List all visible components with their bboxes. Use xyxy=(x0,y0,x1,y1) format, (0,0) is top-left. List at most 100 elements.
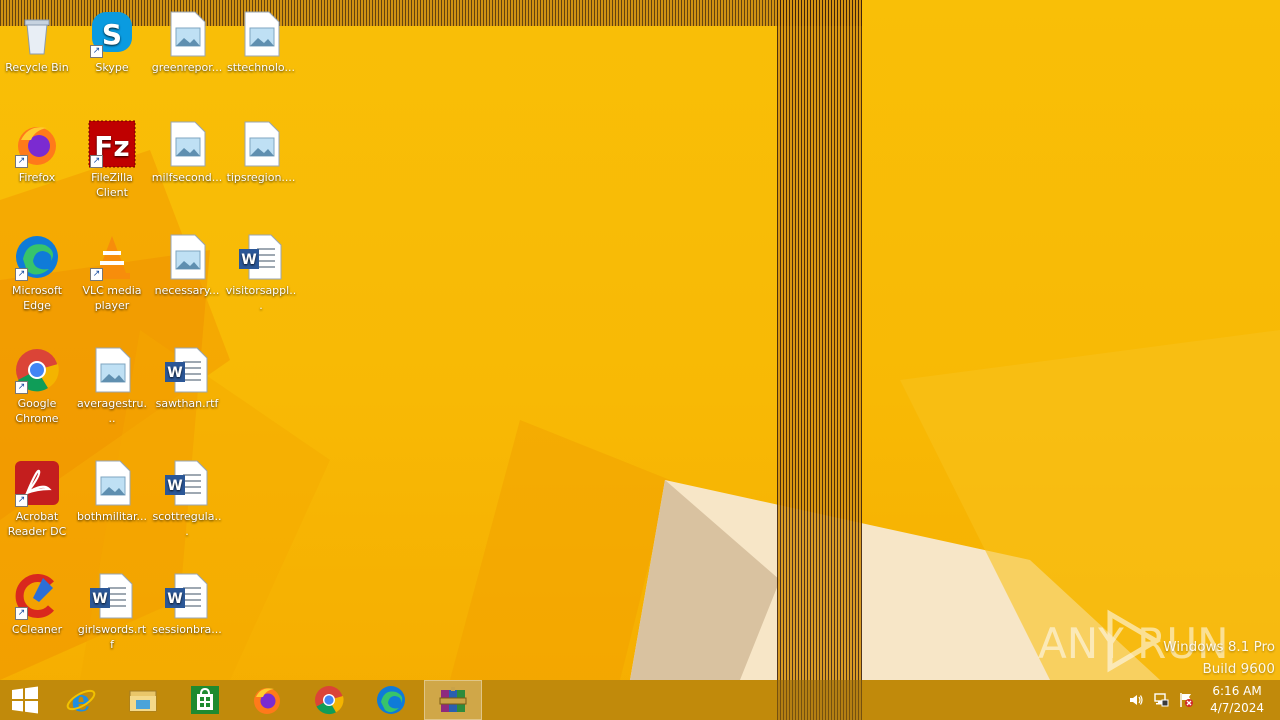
taskbar-file-explorer[interactable] xyxy=(113,680,173,720)
file-explorer-icon xyxy=(129,690,157,712)
desktop-icon-label: milfsecond... xyxy=(151,171,223,184)
desktop-icon-sessionbra[interactable]: W sessionbra... xyxy=(150,572,224,637)
desktop-icon-ccleaner[interactable]: ↗ CCleaner xyxy=(0,572,74,637)
desktop-icon-skype[interactable]: S ↗ Skype xyxy=(75,10,149,75)
desktop-icon-scottregula[interactable]: W scottregula... xyxy=(150,459,224,539)
internet-explorer-icon: e xyxy=(66,684,96,716)
desktop-icon-acrobat-reader[interactable]: ↗ Acrobat Reader DC xyxy=(0,459,74,539)
svg-text:e: e xyxy=(71,684,90,716)
image-file-icon xyxy=(237,120,285,168)
windows-build: Build 9600 xyxy=(1202,661,1275,677)
desktop-icon-label: scottregula... xyxy=(152,510,222,538)
vlc-icon: ↗ xyxy=(88,233,136,281)
screen-artifact-column xyxy=(777,0,862,720)
image-file-icon xyxy=(163,10,211,58)
desktop-icon-label: averagestru... xyxy=(76,397,148,425)
desktop-icon-label: sawthan.rtf xyxy=(155,397,219,410)
image-file-icon xyxy=(163,120,211,168)
windows-version-info: Windows 8.1 Pro Build 9600 xyxy=(1163,636,1275,680)
edge-icon: ↗ xyxy=(13,233,61,281)
store-icon xyxy=(191,686,219,714)
desktop-icon-label: Google Chrome xyxy=(15,397,59,425)
desktop-icon-label: bothmilitar... xyxy=(77,510,147,523)
shortcut-arrow-icon: ↗ xyxy=(15,268,28,281)
desktop-icon-label: necessary... xyxy=(154,284,220,297)
volume-icon[interactable] xyxy=(1128,692,1144,708)
desktop-icon-google-chrome[interactable]: ↗ Google Chrome xyxy=(0,346,74,426)
shortcut-arrow-icon: ↗ xyxy=(90,45,103,58)
chrome-icon xyxy=(315,686,344,715)
acrobat-icon: ↗ xyxy=(13,459,61,507)
desktop-icon-label: Skype xyxy=(95,61,129,74)
desktop-icon-label: Acrobat Reader DC xyxy=(7,510,67,538)
svg-text:W: W xyxy=(92,591,107,607)
desktop-icon-label: tipsregion.... xyxy=(226,171,296,184)
recycle-bin-icon xyxy=(13,10,61,58)
winrar-icon xyxy=(439,687,467,712)
shortcut-arrow-icon: ↗ xyxy=(15,494,28,507)
word-document-icon: W xyxy=(163,346,211,394)
filezilla-icon: Fz ↗ xyxy=(88,120,136,168)
desktop-icon-greenrepor[interactable]: greenrepor... xyxy=(150,10,224,75)
desktop-icon-averagestru[interactable]: averagestru... xyxy=(75,346,149,426)
skype-icon: S ↗ xyxy=(88,10,136,58)
desktop-icon-label: sessionbra... xyxy=(152,623,222,636)
word-document-icon: W xyxy=(163,459,211,507)
desktop-icon-milfsecond[interactable]: milfsecond... xyxy=(150,120,224,185)
edge-icon xyxy=(377,686,405,714)
shortcut-arrow-icon: ↗ xyxy=(15,607,28,620)
action-center-flag-icon[interactable] xyxy=(1178,692,1194,708)
desktop-icon-label: sttechnolo... xyxy=(227,61,295,74)
start-button[interactable] xyxy=(0,680,50,720)
desktop-icon-microsoft-edge[interactable]: ↗ Microsoft Edge xyxy=(0,233,74,313)
network-icon[interactable] xyxy=(1153,692,1169,708)
desktop-icon-label: Recycle Bin xyxy=(5,61,69,74)
desktop-icon-tipsregion[interactable]: tipsregion.... xyxy=(224,120,298,185)
desktop-icon-label: Firefox xyxy=(18,171,56,184)
shortcut-arrow-icon: ↗ xyxy=(15,381,28,394)
desktop-icon-sttechnolo[interactable]: sttechnolo... xyxy=(224,10,298,75)
taskbar-clock[interactable]: 6:16 AM 4/7/2024 xyxy=(1210,683,1264,717)
shortcut-arrow-icon: ↗ xyxy=(90,155,103,168)
svg-text:W: W xyxy=(167,591,182,607)
desktop-icon-label: CCleaner xyxy=(11,623,63,636)
desktop-icon-filezilla[interactable]: Fz ↗ FileZilla Client xyxy=(75,120,149,200)
desktop-icon-bothmilitar[interactable]: bothmilitar... xyxy=(75,459,149,524)
desktop-icon-girlswords[interactable]: W girlswords.rtf xyxy=(75,572,149,652)
taskbar-store[interactable] xyxy=(175,680,235,720)
svg-text:W: W xyxy=(167,478,182,494)
desktop-icon-vlc[interactable]: ↗ VLC media player xyxy=(75,233,149,313)
desktop-icon-label: greenrepor... xyxy=(151,61,223,74)
image-file-icon xyxy=(88,346,136,394)
taskbar-chrome[interactable] xyxy=(299,680,359,720)
windows-edition: Windows 8.1 Pro xyxy=(1163,639,1275,655)
taskbar-firefox[interactable] xyxy=(237,680,297,720)
windows-logo-icon xyxy=(12,686,38,714)
image-file-icon xyxy=(237,10,285,58)
desktop-icon-visitorsappl[interactable]: W visitorsappl... xyxy=(224,233,298,313)
svg-text:W: W xyxy=(167,365,182,381)
chrome-icon: ↗ xyxy=(13,346,61,394)
taskbar-winrar[interactable] xyxy=(424,680,482,720)
desktop-icon-sawthan[interactable]: W sawthan.rtf xyxy=(150,346,224,411)
desktop-icon-label: FileZilla Client xyxy=(91,171,133,199)
desktop-icon-label: girlswords.rtf xyxy=(77,623,147,651)
shortcut-arrow-icon: ↗ xyxy=(15,155,28,168)
desktop-icon-firefox[interactable]: ↗ Firefox xyxy=(0,120,74,185)
taskbar-edge[interactable] xyxy=(361,680,421,720)
desktop-icon-recycle-bin[interactable]: Recycle Bin xyxy=(0,10,74,75)
word-document-icon: W xyxy=(237,233,285,281)
word-document-icon: W xyxy=(163,572,211,620)
image-file-icon xyxy=(163,233,211,281)
desktop-icon-label: Microsoft Edge xyxy=(11,284,63,312)
desktop-icon-label: VLC media player xyxy=(82,284,142,312)
shortcut-arrow-icon: ↗ xyxy=(90,268,103,281)
word-document-icon: W xyxy=(88,572,136,620)
taskbar-internet-explorer[interactable]: e xyxy=(51,680,111,720)
ccleaner-icon: ↗ xyxy=(13,572,61,620)
taskbar: e xyxy=(0,680,1280,720)
image-file-icon xyxy=(88,459,136,507)
desktop-icon-necessary[interactable]: necessary... xyxy=(150,233,224,298)
svg-text:W: W xyxy=(241,252,256,268)
clock-time: 6:16 AM xyxy=(1212,684,1262,698)
